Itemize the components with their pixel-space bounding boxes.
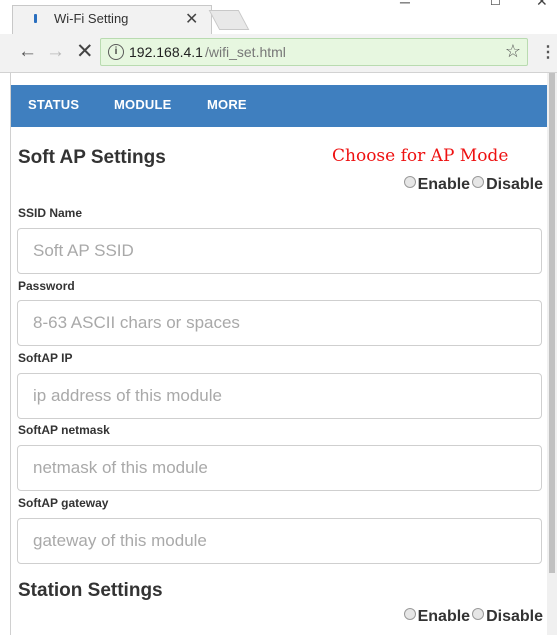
window-maximize-icon[interactable]: ☐ [490, 0, 501, 8]
page-viewport: STATUS MODULE MORE Soft AP Settings Choo… [10, 73, 548, 635]
tab-close-icon[interactable]: ✕ [185, 9, 198, 29]
site-info-icon[interactable]: i [108, 44, 124, 60]
softap-disable-label: Disable [486, 176, 543, 193]
radio-circle-icon [403, 608, 416, 620]
softap-enable-label: Enable [417, 176, 471, 193]
new-tab-button[interactable] [208, 10, 250, 30]
softap-netmask-label: SoftAP netmask [18, 423, 110, 437]
forward-arrow-icon[interactable]: → [46, 40, 65, 64]
browser-tabstrip: Wi-Fi Setting ✕ ─ ☐ ✕ [0, 0, 557, 35]
station-enable-radio[interactable]: Enable [403, 608, 471, 625]
softap-enable-radio[interactable]: Enable [403, 176, 471, 193]
station-disable-label: Disable [486, 608, 543, 625]
ssid-input[interactable] [17, 228, 542, 274]
station-mode-radio-group: Enable Disable [403, 608, 543, 626]
station-disable-radio[interactable]: Disable [470, 608, 543, 625]
nav-status-link[interactable]: STATUS [28, 97, 79, 112]
radio-circle-icon [403, 176, 416, 188]
ssid-label: SSID Name [18, 206, 83, 220]
address-bar[interactable]: i 192.168.4.1 /wifi_set.html ☆ [100, 38, 528, 66]
tab-title: Wi-Fi Setting [54, 11, 129, 26]
password-input[interactable] [17, 300, 542, 346]
softap-disable-radio[interactable]: Disable [470, 176, 543, 193]
window-close-icon[interactable]: ✕ [536, 0, 548, 10]
softap-ip-input[interactable] [17, 373, 542, 419]
back-arrow-icon[interactable]: ← [18, 40, 37, 64]
vertical-scrollbar[interactable] [547, 73, 557, 635]
nav-module-link[interactable]: MODULE [114, 97, 172, 112]
top-navbar: STATUS MODULE MORE [11, 85, 548, 127]
stop-loading-icon[interactable]: ✕ [76, 40, 94, 64]
window-minimize-icon[interactable]: ─ [400, 0, 410, 10]
softap-mode-radio-group: Enable Disable [403, 176, 543, 194]
station-heading: Station Settings [18, 580, 163, 601]
softap-heading: Soft AP Settings [18, 147, 166, 168]
radio-circle-icon [472, 608, 485, 620]
ap-mode-annotation: Choose for AP Mode [332, 146, 509, 166]
url-path: /wifi_set.html [205, 44, 286, 60]
browser-toolbar: ← → ✕ i 192.168.4.1 /wifi_set.html ☆ ⋮ [0, 34, 557, 73]
page-favicon-icon [34, 14, 37, 23]
softap-gateway-input[interactable] [17, 518, 542, 564]
softap-ip-label: SoftAP IP [18, 351, 73, 365]
bookmark-star-icon[interactable]: ☆ [505, 41, 521, 62]
nav-more-link[interactable]: MORE [207, 97, 247, 112]
radio-circle-icon [472, 176, 485, 188]
softap-gateway-label: SoftAP gateway [18, 496, 109, 510]
scrollbar-thumb[interactable] [549, 73, 555, 573]
browser-menu-icon[interactable]: ⋮ [540, 42, 556, 62]
url-host: 192.168.4.1 [129, 44, 203, 60]
softap-netmask-input[interactable] [17, 445, 542, 491]
password-label: Password [18, 279, 75, 293]
station-enable-label: Enable [417, 608, 471, 625]
